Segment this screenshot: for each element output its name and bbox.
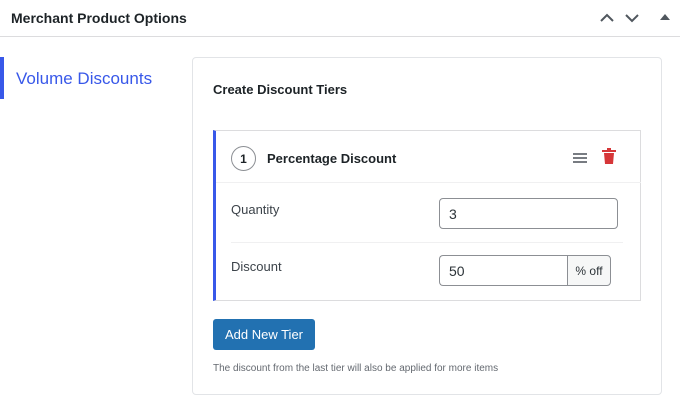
chevron-up-icon[interactable]: [597, 8, 617, 28]
tier-item: 1 Percentage Discount Quantity Discoun: [213, 130, 641, 301]
panel-header: Merchant Product Options: [0, 0, 680, 37]
chevron-down-icon[interactable]: [622, 8, 642, 28]
help-text: The discount from the last tier will als…: [213, 363, 499, 374]
discount-tiers-card: Create Discount Tiers 1 Percentage Disco…: [192, 57, 662, 395]
discount-input[interactable]: [439, 255, 567, 286]
drag-handle-icon[interactable]: [572, 151, 588, 165]
quantity-label: Quantity: [231, 202, 280, 217]
quantity-input[interactable]: [439, 198, 618, 229]
add-new-tier-button[interactable]: Add New Tier: [213, 319, 315, 350]
discount-input-group: % off: [439, 255, 611, 286]
active-tab-indicator: [0, 57, 4, 99]
trash-icon[interactable]: [602, 148, 616, 164]
tier-number-badge: 1: [231, 146, 256, 171]
panel-title: Merchant Product Options: [11, 10, 187, 26]
triangle-up-icon[interactable]: [655, 8, 675, 28]
tab-volume-discounts[interactable]: Volume Discounts: [16, 69, 152, 89]
discount-suffix: % off: [567, 255, 611, 286]
discount-label: Discount: [231, 259, 282, 274]
tier-title: Percentage Discount: [267, 151, 397, 166]
tier-header: 1 Percentage Discount: [216, 131, 641, 183]
row-divider: [231, 242, 623, 243]
card-title: Create Discount Tiers: [213, 82, 348, 97]
